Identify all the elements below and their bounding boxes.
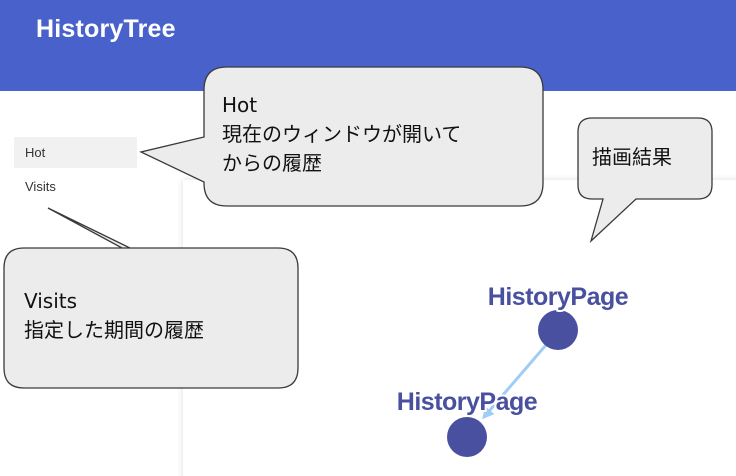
graph-node-label: HistoryPage [488,283,629,311]
history-graph: HistoryPage HistoryPage [395,281,631,457]
callout-hot-desc-1: 現在のウィンドウが開いて [222,122,462,146]
graph-node[interactable] [447,417,487,457]
callout-visits-desc: 指定した期間の履歴 [24,318,204,342]
callout-hot: Hot 現在のウィンドウが開いて からの履歴 [222,91,461,178]
callout-visits-title: Visits [24,289,78,313]
callout-result: 描画結果 [592,143,672,172]
callout-visits: Visits 指定した期間の履歴 [24,287,204,345]
callout-result-title: 描画結果 [592,145,672,169]
callout-hot-title: Hot [222,93,258,117]
callout-hot-desc-2: からの履歴 [222,151,322,175]
graph-node[interactable] [538,310,578,350]
app-window: HistoryTree Hot Visits HistoryPage Histo… [0,0,736,476]
graph-node-label: HistoryPage [397,388,538,416]
